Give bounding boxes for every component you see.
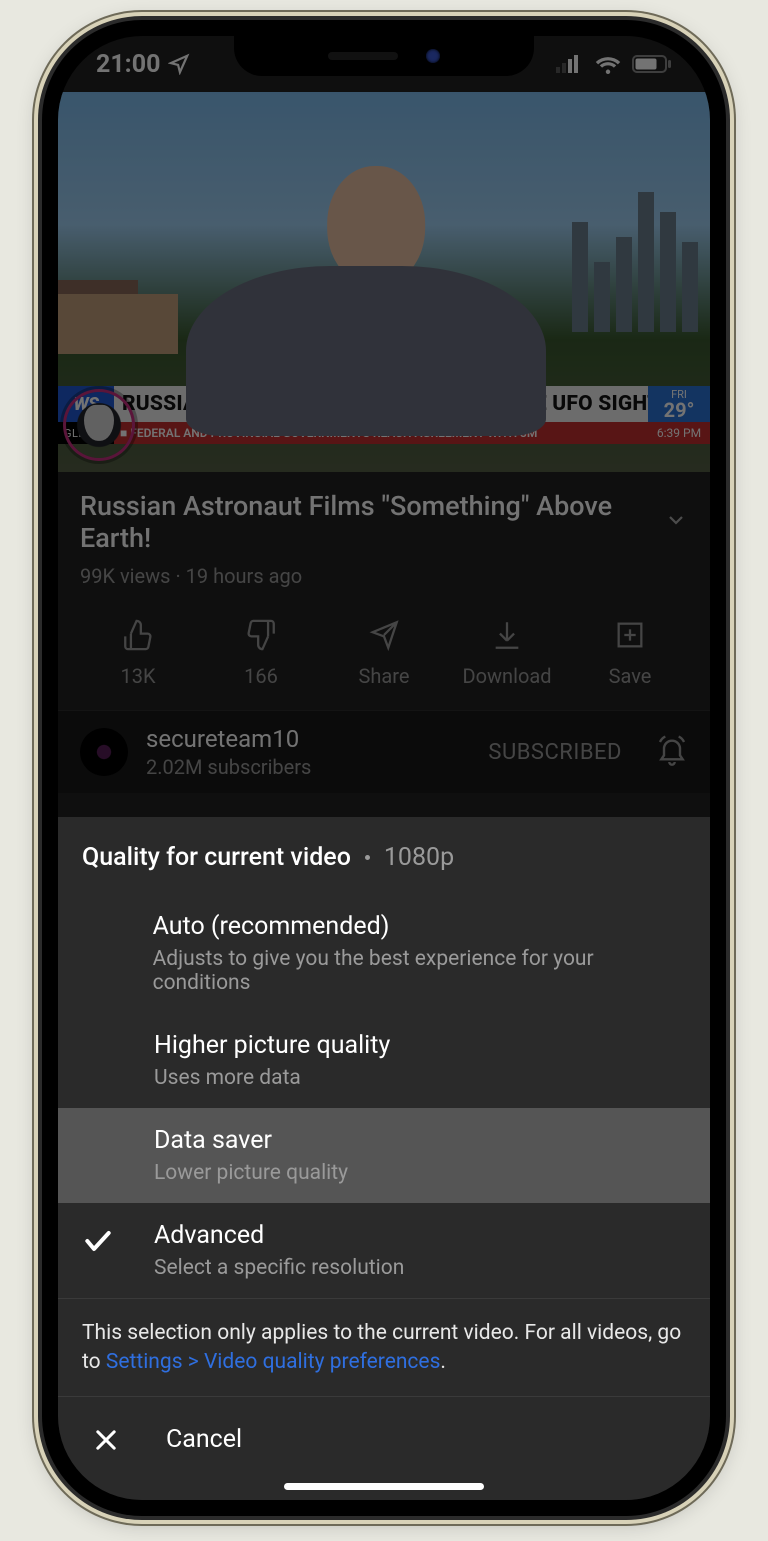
- chyron-time: 6:39 PM: [648, 422, 710, 444]
- volume-down-button: [34, 498, 42, 598]
- option-desc: Select a specific resolution: [154, 1256, 404, 1280]
- like-button[interactable]: 13K: [88, 618, 188, 688]
- video-title[interactable]: Russian Astronaut Films "Something" Abov…: [80, 490, 664, 554]
- option-desc: Lower picture quality: [154, 1161, 348, 1185]
- upload-age: 19 hours ago: [186, 564, 302, 588]
- bell-icon: [656, 734, 688, 766]
- cancel-label: Cancel: [166, 1425, 242, 1454]
- close-icon: [92, 1426, 120, 1454]
- share-label: Share: [359, 664, 410, 688]
- sheet-title: Quality for current video: [82, 843, 351, 872]
- mute-switch: [34, 286, 42, 338]
- chyron-headline: RUSSIAN ASTRONAUT REPORTS POSSIBLE UFO S…: [114, 386, 648, 422]
- subscribe-status[interactable]: SUBSCRIBED: [488, 740, 622, 765]
- battery-icon: [632, 55, 672, 73]
- weather-temp: 29°: [664, 400, 695, 420]
- news-chyron: WS RUSSIAN ASTRONAUT REPORTS POSSIBLE UF…: [58, 386, 710, 444]
- like-count: 13K: [120, 664, 155, 688]
- channel-name[interactable]: secureteam10: [146, 725, 311, 753]
- channel-row[interactable]: secureteam10 2.02M subscribers SUBSCRIBE…: [58, 710, 710, 793]
- save-icon: [613, 618, 647, 652]
- channel-avatar[interactable]: [80, 728, 128, 776]
- location-icon: [168, 53, 190, 75]
- quality-option-higher[interactable]: Higher picture quality Uses more data: [58, 1013, 710, 1108]
- skyline-graphic: [572, 192, 698, 332]
- download-button[interactable]: Download: [457, 618, 557, 688]
- option-desc: Uses more data: [154, 1066, 390, 1090]
- building-graphic: [58, 294, 178, 354]
- home-indicator[interactable]: [284, 1483, 484, 1490]
- current-quality: 1080p: [384, 843, 454, 872]
- screen: 21:00 WS RUSSIAN ASTRONAUT REPOR: [58, 36, 710, 1500]
- quality-option-auto[interactable]: Auto (recommended) Adjusts to give you t…: [58, 894, 710, 1013]
- subscriber-count: 2.02M subscribers: [146, 755, 311, 779]
- option-name: Auto (recommended): [153, 912, 686, 941]
- power-button: [726, 416, 734, 576]
- weather-badge: FRI 29°: [648, 386, 710, 422]
- dislike-count: 166: [244, 664, 278, 688]
- sheet-header: Quality for current video 1080p: [58, 817, 710, 894]
- option-name: Higher picture quality: [154, 1031, 390, 1060]
- volume-up-button: [34, 376, 42, 476]
- check-slot: [82, 912, 153, 916]
- video-player[interactable]: WS RUSSIAN ASTRONAUT REPORTS POSSIBLE UF…: [58, 92, 710, 472]
- check-slot: [82, 1221, 154, 1257]
- wifi-icon: [594, 54, 622, 74]
- option-name: Advanced: [154, 1221, 404, 1250]
- option-desc: Adjusts to give you the best experience …: [153, 947, 686, 995]
- save-button[interactable]: Save: [580, 618, 680, 688]
- news-ticker: ■ FEDERAL AND PROVINCIAL GOVERNMENTS REA…: [114, 422, 648, 444]
- save-label: Save: [609, 664, 652, 688]
- quality-option-advanced[interactable]: Advanced Select a specific resolution: [58, 1203, 710, 1298]
- separator-dot: [365, 855, 370, 860]
- share-button[interactable]: Share: [334, 618, 434, 688]
- notification-bell-button[interactable]: [656, 734, 688, 770]
- note-text-post: .: [440, 1350, 446, 1374]
- thumbs-up-icon: [121, 618, 155, 652]
- notch: [234, 36, 534, 76]
- status-time: 21:00: [96, 50, 160, 79]
- download-label: Download: [462, 664, 551, 688]
- expand-description-button[interactable]: [664, 508, 688, 536]
- option-name: Data saver: [154, 1126, 348, 1155]
- download-icon: [490, 618, 524, 652]
- video-stats: 99K views · 19 hours ago: [80, 564, 688, 588]
- video-meta: Russian Astronaut Films "Something" Abov…: [58, 472, 710, 600]
- channel-watermark[interactable]: [66, 392, 132, 458]
- chevron-down-icon: [664, 508, 688, 532]
- sheet-note: This selection only applies to the curre…: [58, 1298, 710, 1396]
- speaker-grille: [328, 52, 398, 60]
- check-slot: [82, 1126, 154, 1130]
- dislike-button[interactable]: 166: [211, 618, 311, 688]
- action-bar: 13K 166 Share Download Save: [58, 600, 710, 710]
- phone-frame: 21:00 WS RUSSIAN ASTRONAUT REPOR: [42, 20, 726, 1516]
- check-slot: [82, 1031, 154, 1035]
- thumbs-down-icon: [244, 618, 278, 652]
- cell-signal-icon: [556, 55, 584, 73]
- view-count: 99K views: [80, 564, 171, 588]
- quality-sheet: Quality for current video 1080p Auto (re…: [58, 817, 710, 1500]
- checkmark-icon: [82, 1225, 114, 1257]
- settings-link[interactable]: Settings > Video quality preferences: [106, 1350, 441, 1374]
- share-icon: [367, 618, 401, 652]
- front-camera: [426, 49, 440, 63]
- quality-option-data-saver[interactable]: Data saver Lower picture quality: [58, 1108, 710, 1203]
